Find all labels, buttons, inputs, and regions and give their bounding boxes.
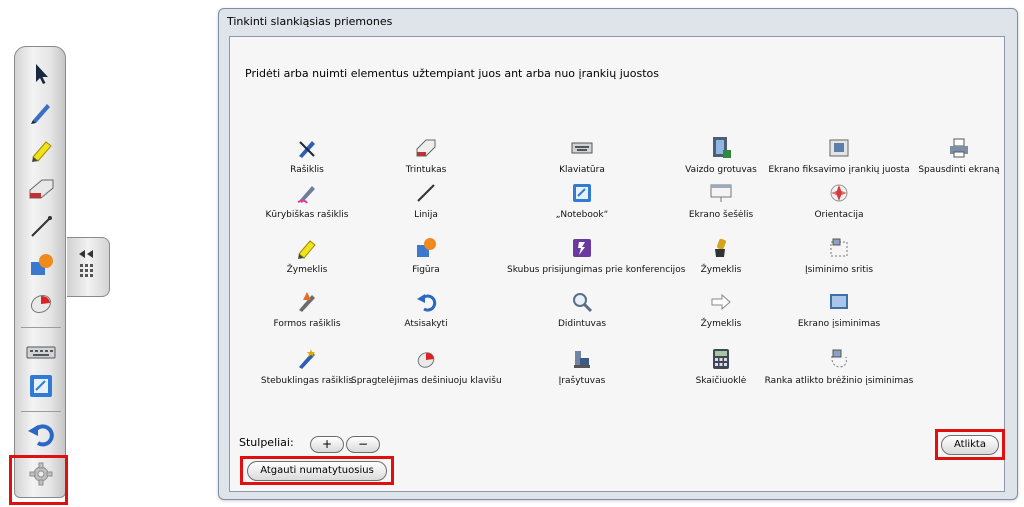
screen-shade-icon — [709, 181, 733, 205]
highlighter-icon — [295, 236, 319, 260]
customize-tools-dialog: Tinkinti slankiąsias priemones Pridėti a… — [218, 8, 1018, 500]
restore-defaults-highlight — [240, 456, 394, 485]
shape-pen-icon — [295, 290, 319, 314]
dialog-body: Pridėti arba nuimti elementus užtempiant… — [229, 36, 1005, 492]
columns-minus-button[interactable]: − — [346, 436, 380, 453]
freehand-capture-icon — [827, 347, 851, 371]
video-player-icon — [709, 136, 733, 160]
magic-pen-icon — [295, 347, 319, 371]
floating-toolbar — [14, 46, 66, 498]
highlighter-icon[interactable] — [22, 133, 60, 167]
conference-icon — [570, 236, 594, 260]
select-arrow-icon[interactable] — [22, 57, 60, 91]
calculator-icon — [709, 347, 733, 371]
pen-icon[interactable] — [22, 95, 60, 129]
collapse-arrows-icon — [79, 250, 93, 277]
toolbar-collapse-tab[interactable] — [67, 237, 110, 297]
screen-capture-full-icon — [827, 290, 851, 314]
notebook-icon[interactable] — [22, 369, 60, 403]
keyboard-icon — [570, 136, 594, 160]
pen-icon — [295, 136, 319, 160]
instruction-text: Pridėti arba nuimti elementus užtempiant… — [245, 67, 659, 80]
orientation-icon — [827, 181, 851, 205]
tool-freehand-capture[interactable]: Ranka atlikto brėžinio įsiminimas — [764, 347, 914, 386]
right-click-icon[interactable] — [22, 286, 60, 320]
pointer-icon — [709, 236, 733, 260]
tool-recorder[interactable]: Įrašytuvas — [507, 347, 657, 386]
tool-notebook[interactable]: „Notebook“ — [507, 181, 657, 220]
tool-magnifier[interactable]: Didintuvas — [507, 290, 657, 329]
tool-print-screen[interactable]: Spausdinti ekraną — [884, 136, 1024, 175]
right-click-icon — [414, 347, 438, 371]
columns-plus-button[interactable]: + — [310, 436, 344, 453]
tool-line[interactable]: Linija — [351, 181, 501, 220]
settings-highlight — [9, 455, 68, 505]
tool-orientation[interactable]: Orientacija — [764, 181, 914, 220]
tool-right-click[interactable]: Spragtelėjimas dešiniuoju klavišu — [351, 347, 502, 386]
tool-keyboard[interactable]: Klaviatūra — [507, 136, 657, 175]
keyboard-icon[interactable] — [22, 335, 60, 369]
eraser-icon[interactable] — [22, 172, 60, 206]
columns-label: Stulpeliai: — [239, 436, 294, 449]
creative-pen-icon — [295, 181, 319, 205]
undo-icon[interactable] — [22, 417, 60, 451]
line-icon — [414, 181, 438, 205]
tool-undo[interactable]: Atsisakyti — [351, 290, 501, 329]
magnifier-icon — [570, 290, 594, 314]
undo-icon — [414, 290, 438, 314]
tool-eraser[interactable]: Trintukas — [351, 136, 501, 175]
recorder-icon — [570, 347, 594, 371]
done-highlight — [935, 429, 1005, 460]
shape-icon — [414, 236, 438, 260]
notebook-icon — [570, 181, 594, 205]
screen-capture-icon — [827, 136, 851, 160]
tool-area-capture[interactable]: Įsiminimo sritis — [764, 236, 914, 275]
tool-shape[interactable]: Figūra — [351, 236, 501, 275]
area-capture-icon — [827, 236, 851, 260]
arrow-pointer-icon — [709, 290, 733, 314]
dialog-title: Tinkinti slankiąsias priemones — [227, 15, 393, 28]
printer-icon — [947, 136, 971, 160]
shape-icon[interactable] — [22, 248, 60, 282]
line-icon[interactable] — [22, 210, 60, 244]
tool-instant-conference[interactable]: Skubus prisijungimas prie konferencijos — [507, 236, 685, 275]
tool-screen-capture[interactable]: Ekrano įsiminimas — [764, 290, 914, 329]
eraser-icon — [414, 136, 438, 160]
